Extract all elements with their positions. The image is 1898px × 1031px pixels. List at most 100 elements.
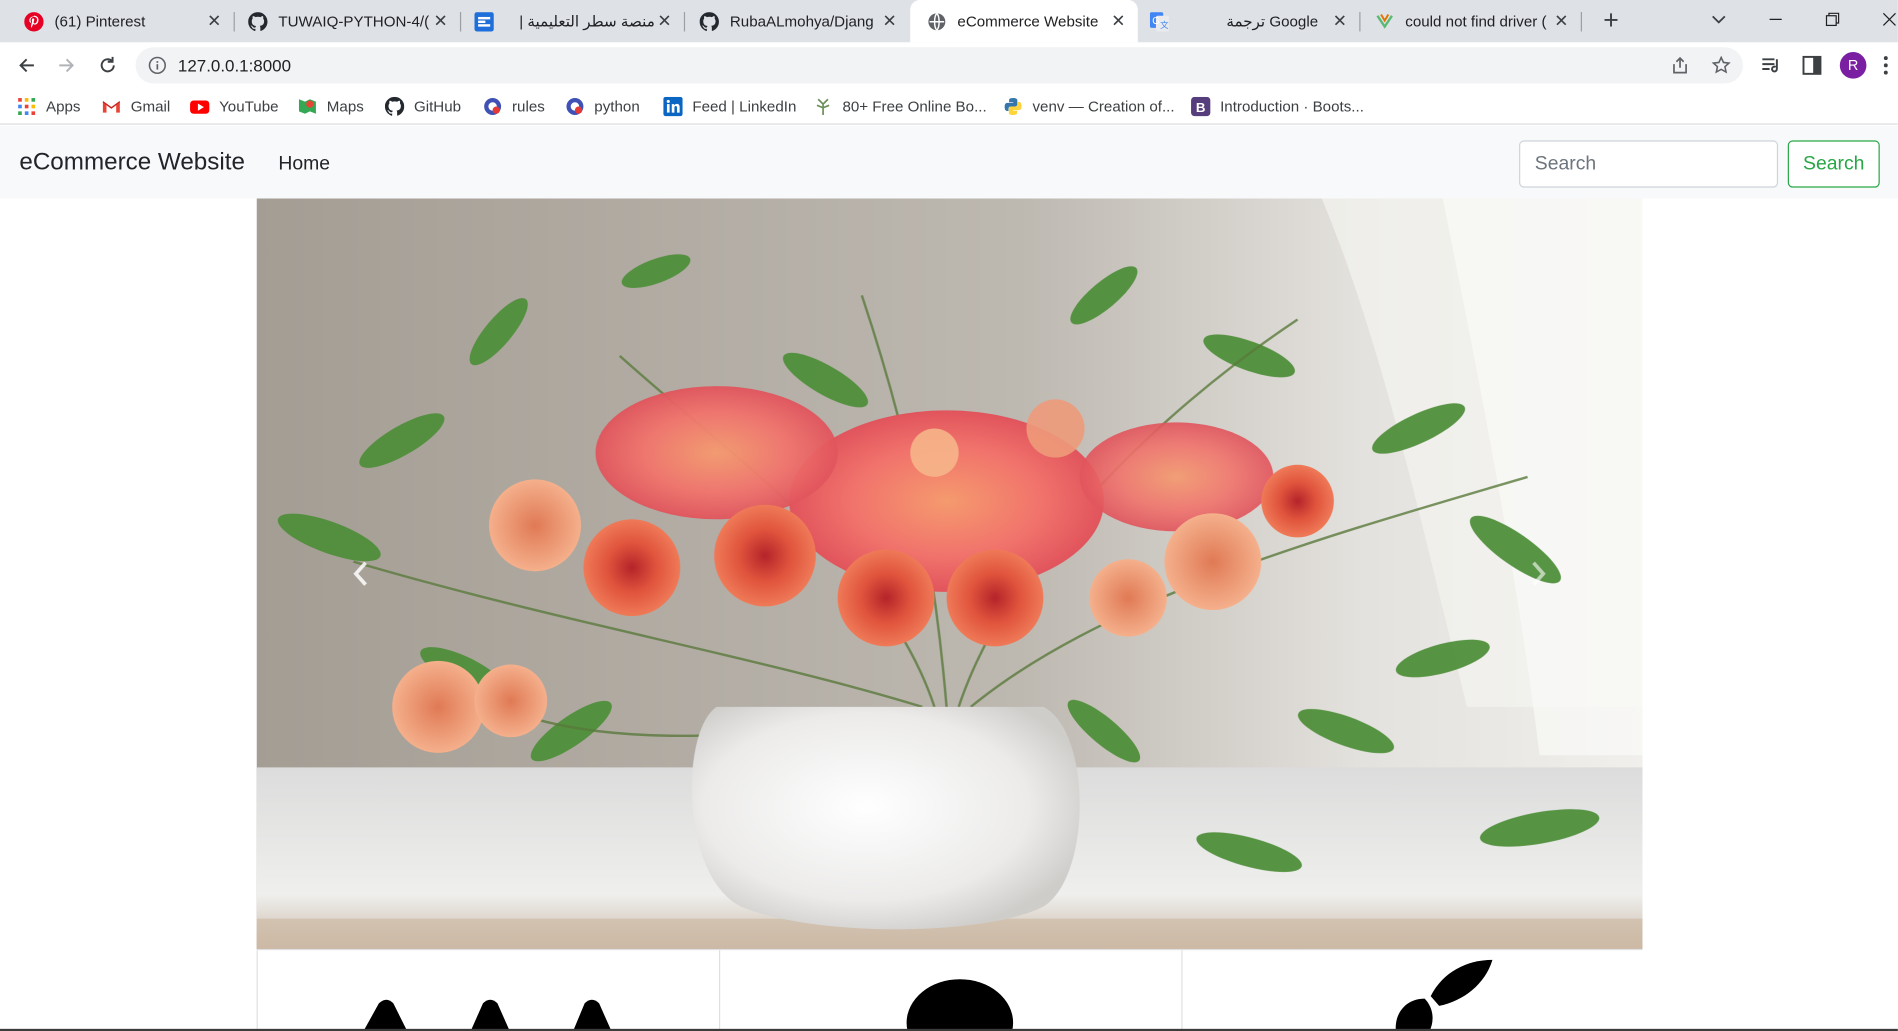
bookmark-linkedin[interactable]: Feed | LinkedIn: [663, 96, 796, 118]
google-translate-icon: G文: [1149, 11, 1170, 31]
minimize-button[interactable]: [1748, 0, 1804, 39]
bookmark-maps[interactable]: Maps: [298, 96, 364, 118]
youtube-icon: [190, 100, 210, 114]
tab-close-icon[interactable]: ✕: [1330, 11, 1349, 30]
bookmark-label: Feed | LinkedIn: [692, 98, 797, 115]
bookmark-label: Maps: [326, 98, 364, 115]
bookmark-github[interactable]: GitHub: [384, 96, 462, 118]
tab-could-not-find-driver[interactable]: could not find driver ( ✕: [1351, 0, 1581, 42]
tab-search-button[interactable]: [1691, 0, 1747, 39]
python-icon: [1004, 98, 1022, 115]
bookmark-label: GitHub: [413, 98, 462, 115]
tab-strip: (61) Pinterest ✕ TUWAIQ-PYTHON-4/( ✕ منص…: [0, 0, 1898, 43]
bookmark-free-online-books[interactable]: 80+ Free Online Bo...: [813, 96, 987, 118]
bookmark-label: Gmail: [130, 98, 171, 115]
tab-rubaalmohya[interactable]: RubaALmohya/Djang ✕: [675, 0, 909, 42]
page-viewport: eCommerce Website Home Search: [0, 125, 1898, 1031]
arrow-right-icon: [59, 58, 74, 73]
minimize-icon: [1769, 18, 1782, 20]
bookmark-rules[interactable]: rules: [483, 96, 545, 118]
satr-icon: [474, 11, 494, 31]
bookmark-favicon-icon: [566, 98, 584, 115]
forward-button[interactable]: [53, 52, 80, 79]
reload-icon: [100, 56, 115, 73]
tab-separator: [1580, 12, 1582, 32]
carousel-prev-button[interactable]: [344, 550, 378, 598]
back-button[interactable]: [13, 52, 40, 79]
category-card[interactable]: [1181, 950, 1642, 1031]
svg-text:B: B: [1196, 100, 1206, 115]
svg-text:G: G: [1152, 16, 1160, 27]
bookmark-youtube[interactable]: YouTube: [190, 96, 279, 118]
tab-title: منصة سطر التعليمية |: [519, 13, 655, 31]
flower-vase-image: [256, 198, 1643, 949]
github-icon: [699, 11, 719, 31]
restore-button[interactable]: [1805, 0, 1861, 39]
chevron-left-icon: [353, 561, 367, 586]
bookmark-bootstrap-intro[interactable]: B Introduction · Boots...: [1191, 96, 1364, 118]
reading-list-icon[interactable]: [1760, 54, 1782, 76]
address-url: 127.0.0.1:8000: [177, 55, 292, 76]
search-button[interactable]: Search: [1787, 140, 1880, 188]
close-window-button[interactable]: [1862, 0, 1898, 39]
tab-close-icon[interactable]: ✕: [205, 11, 224, 30]
reload-button[interactable]: [94, 52, 121, 79]
pinterest-icon: [24, 11, 44, 31]
more-menu-icon[interactable]: [1880, 54, 1892, 76]
bookmark-gmail[interactable]: Gmail: [102, 96, 171, 118]
tab-title: RubaALmohya/Djang: [729, 12, 874, 30]
address-bar[interactable]: 127.0.0.1:8000: [135, 47, 1743, 84]
tab-close-icon[interactable]: ✕: [880, 11, 899, 30]
tab-pinterest[interactable]: (61) Pinterest ✕: [0, 0, 234, 42]
side-panel-icon[interactable]: [1801, 54, 1823, 76]
tab-ecommerce-active[interactable]: eCommerce Website ✕: [910, 0, 1138, 43]
tab-favicon-icon: [1376, 13, 1393, 29]
tab-close-icon[interactable]: ✕: [1109, 11, 1128, 30]
tab-google-translate[interactable]: G文 Google ترجمة ✕: [1138, 0, 1360, 42]
leaf-category-icon: [1395, 959, 1493, 1031]
arrow-left-icon: [19, 58, 34, 73]
bookmark-apps[interactable]: Apps: [17, 96, 80, 118]
bootstrap-icon: B: [1191, 96, 1211, 117]
new-tab-button[interactable]: +: [1598, 7, 1625, 34]
tab-close-icon[interactable]: ✕: [1552, 11, 1571, 30]
tab-tuwaiq[interactable]: TUWAIQ-PYTHON-4/( ✕: [224, 0, 460, 42]
info-icon[interactable]: [148, 56, 167, 75]
tab-satr[interactable]: منصة سطر التعليمية | ✕: [450, 0, 684, 42]
share-icon[interactable]: [1670, 56, 1689, 75]
tab-title: eCommerce Website: [957, 12, 1099, 30]
bookmark-star-icon[interactable]: [1711, 55, 1731, 75]
browser-toolbar: 127.0.0.1:8000 R: [0, 42, 1898, 89]
github-icon: [248, 11, 268, 31]
tab-close-icon[interactable]: ✕: [431, 11, 450, 30]
github-icon: [384, 96, 405, 116]
profile-avatar[interactable]: R: [1839, 52, 1867, 79]
apps-icon: [18, 98, 36, 115]
gmail-icon: [102, 101, 121, 113]
bookmark-venv[interactable]: venv — Creation of...: [1003, 96, 1175, 118]
chevron-right-icon: [1532, 561, 1546, 586]
bookmark-label: 80+ Free Online Bo...: [842, 98, 987, 115]
cactus-category-icon: [363, 999, 612, 1031]
search-input[interactable]: [1519, 140, 1779, 188]
tab-close-icon[interactable]: ✕: [655, 11, 674, 30]
tab-title: Google ترجمة: [1226, 13, 1319, 31]
restore-icon: [1825, 12, 1840, 27]
category-cards: [256, 948, 1643, 1031]
bookmark-label: venv — Creation of...: [1032, 98, 1175, 115]
bookmark-label: YouTube: [219, 98, 279, 115]
category-card[interactable]: [256, 950, 719, 1031]
site-navbar: eCommerce Website Home Search: [0, 125, 1898, 199]
close-icon: [1882, 12, 1896, 26]
bookmark-favicon-icon: [484, 98, 502, 115]
bookmark-label: python: [594, 98, 640, 115]
chevron-down-icon: [1712, 15, 1726, 24]
nav-home-link[interactable]: Home: [278, 154, 330, 176]
carousel-next-button[interactable]: [1521, 550, 1555, 598]
bookmark-label: rules: [511, 98, 545, 115]
brand-link[interactable]: eCommerce Website: [19, 149, 245, 177]
category-card[interactable]: [718, 950, 1181, 1031]
bookmark-python[interactable]: python: [565, 96, 640, 118]
product-carousel: [256, 198, 1643, 949]
tab-title: (61) Pinterest: [54, 12, 146, 30]
